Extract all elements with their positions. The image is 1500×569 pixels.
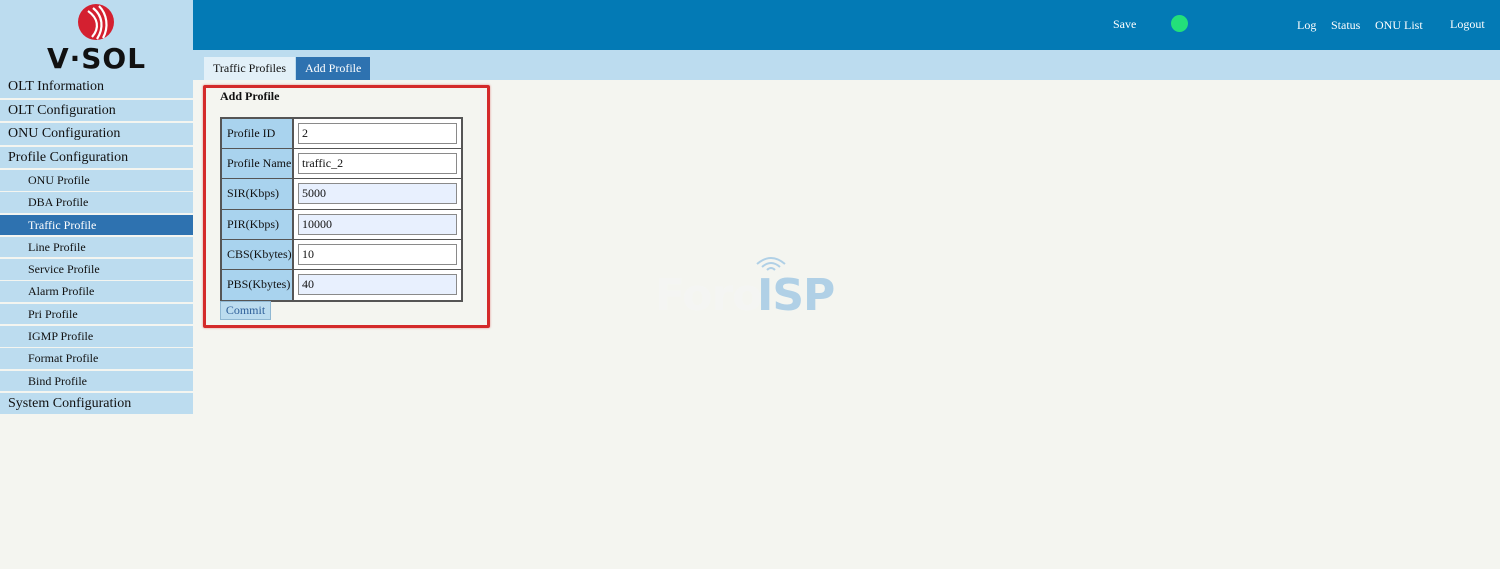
cbs-input[interactable] <box>298 243 457 265</box>
sidebar-item-olt-configuration[interactable]: OLT Configuration <box>0 99 193 121</box>
sidebar: V·SOL OLT Information OLT Configuration … <box>0 0 193 569</box>
tab-bar: Traffic Profiles Add Profile <box>193 50 1500 80</box>
sidebar-item-bind-profile[interactable]: Bind Profile <box>0 370 193 392</box>
log-link[interactable]: Log <box>1297 18 1316 33</box>
status-indicator-icon <box>1171 15 1188 32</box>
pbs-label: PBS(Kbytes) <box>222 269 294 301</box>
pbs-input[interactable] <box>298 273 457 295</box>
sidebar-item-pri-profile[interactable]: Pri Profile <box>0 303 193 325</box>
watermark: Foro ISP <box>655 250 855 321</box>
sidebar-item-system-configuration[interactable]: System Configuration <box>0 392 193 415</box>
sir-input[interactable] <box>298 183 457 205</box>
sidebar-menu: OLT Information OLT Configuration ONU Co… <box>0 76 193 416</box>
profile-name-label: Profile Name <box>222 149 294 179</box>
sidebar-item-alarm-profile[interactable]: Alarm Profile <box>0 281 193 302</box>
tab-add-profile[interactable]: Add Profile <box>296 57 371 80</box>
sidebar-item-line-profile[interactable]: Line Profile <box>0 236 193 258</box>
vsol-logo-icon <box>78 4 114 40</box>
sidebar-item-olt-information[interactable]: OLT Information <box>0 76 193 98</box>
pir-label: PIR(Kbps) <box>222 209 294 239</box>
commit-button[interactable]: Commit <box>220 301 271 320</box>
sidebar-item-traffic-profile[interactable]: Traffic Profile <box>0 214 193 236</box>
status-link[interactable]: Status <box>1331 18 1360 33</box>
sidebar-item-profile-configuration[interactable]: Profile Configuration <box>0 146 193 168</box>
watermark-isp: ISP <box>757 270 835 321</box>
sidebar-item-format-profile[interactable]: Format Profile <box>0 348 193 369</box>
watermark-foro: Foro <box>655 270 762 321</box>
form-row-profile-name: Profile Name <box>222 149 461 180</box>
add-profile-form: Profile ID Profile Name SIR(Kbps) PIR(Kb… <box>220 117 463 303</box>
profile-name-input[interactable] <box>298 153 457 175</box>
top-header: Save Log Status ONU List Logout <box>193 0 1500 50</box>
form-row-sir: SIR(Kbps) <box>222 179 461 210</box>
form-row-pir: PIR(Kbps) <box>222 209 461 240</box>
sidebar-item-onu-configuration[interactable]: ONU Configuration <box>0 123 193 145</box>
logo: V·SOL <box>0 0 193 76</box>
onu-list-link[interactable]: ONU List <box>1375 18 1423 33</box>
logo-text: V·SOL <box>46 42 147 75</box>
profile-id-label: Profile ID <box>222 119 294 149</box>
sir-label: SIR(Kbps) <box>222 179 294 209</box>
form-row-cbs: CBS(Kbytes) <box>222 239 461 270</box>
save-link[interactable]: Save <box>1113 17 1136 32</box>
pir-input[interactable] <box>298 213 457 235</box>
profile-id-input[interactable] <box>298 123 457 144</box>
tab-traffic-profiles[interactable]: Traffic Profiles <box>204 57 295 80</box>
cbs-label: CBS(Kbytes) <box>222 239 294 269</box>
form-title: Add Profile <box>220 89 280 103</box>
logout-link[interactable]: Logout <box>1450 17 1485 32</box>
sidebar-item-dba-profile[interactable]: DBA Profile <box>0 192 193 213</box>
wifi-waves-icon <box>756 257 786 271</box>
sidebar-item-service-profile[interactable]: Service Profile <box>0 259 193 280</box>
sidebar-item-onu-profile[interactable]: ONU Profile <box>0 170 193 191</box>
sidebar-item-igmp-profile[interactable]: IGMP Profile <box>0 326 193 347</box>
form-row-pbs: PBS(Kbytes) <box>222 269 461 301</box>
form-row-profile-id: Profile ID <box>222 119 461 150</box>
